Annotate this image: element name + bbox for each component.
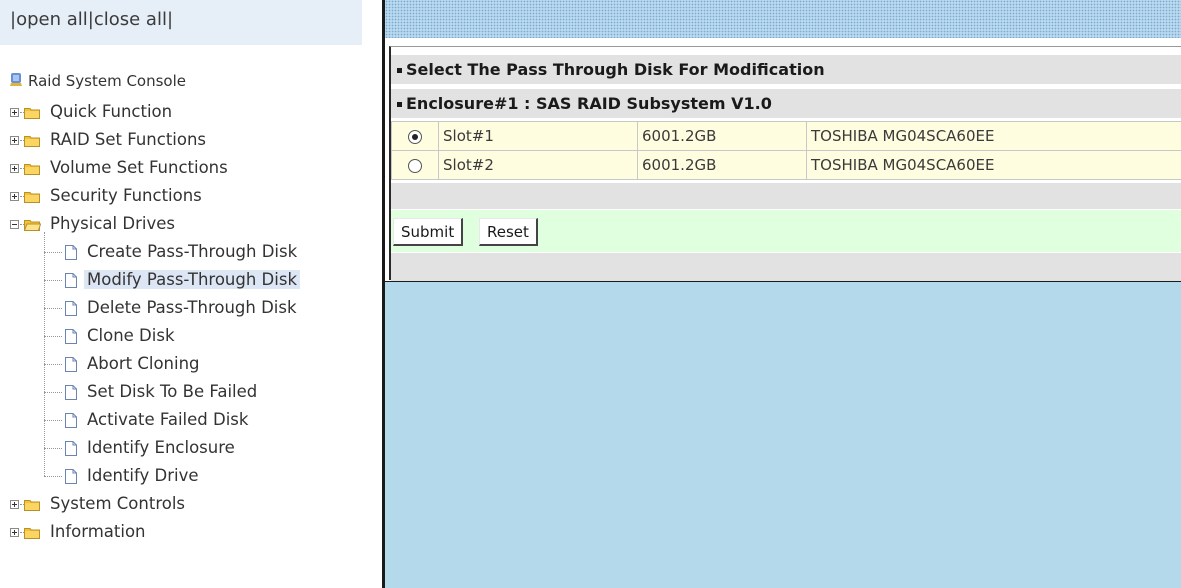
tree-item-system-controls[interactable]: System Controls xyxy=(0,490,380,518)
enclosure-title: Enclosure#1 : SAS RAID Subsystem V1.0 xyxy=(406,94,772,113)
document-icon xyxy=(65,245,77,260)
document-icon xyxy=(65,441,77,456)
reset-button[interactable]: Reset xyxy=(479,218,538,246)
disk-radio-slot2[interactable] xyxy=(408,158,422,173)
capacity-cell: 6001.2GB xyxy=(637,121,807,151)
form-container: Select The Pass Through Disk For Modific… xyxy=(389,46,1181,281)
tree-item-label[interactable]: Information xyxy=(47,522,149,541)
document-icon xyxy=(65,273,77,288)
open-all-link[interactable]: open all xyxy=(16,9,88,30)
document-icon xyxy=(65,385,77,400)
tree-item-label[interactable]: Quick Function xyxy=(47,102,175,121)
radio-cell[interactable] xyxy=(391,150,439,180)
console-icon xyxy=(10,73,22,86)
tree-item-label[interactable]: Physical Drives xyxy=(47,214,178,233)
expand-icon[interactable] xyxy=(10,108,19,117)
tree-item-volume-set-functions[interactable]: Volume Set Functions xyxy=(0,154,380,182)
disk-radio-slot1[interactable] xyxy=(408,129,422,144)
document-icon xyxy=(65,469,77,484)
tree-subitem-label[interactable]: Create Pass-Through Disk xyxy=(84,242,300,261)
main-frame: Select The Pass Through Disk For Modific… xyxy=(385,0,1181,588)
tree-connector xyxy=(44,392,62,393)
expand-icon[interactable] xyxy=(10,500,19,509)
table-row[interactable]: Slot#1 6001.2GB TOSHIBA MG04SCA60EE xyxy=(391,121,1181,151)
folder-icon xyxy=(24,107,40,119)
tree-item-security-functions[interactable]: Security Functions xyxy=(0,182,380,210)
tree-root: Raid System Console xyxy=(8,72,186,90)
model-cell: TOSHIBA MG04SCA60EE xyxy=(806,121,1181,151)
document-icon xyxy=(65,301,77,316)
tree-connector xyxy=(44,252,62,253)
tree-connector xyxy=(44,336,62,337)
tree-item-information[interactable]: Information xyxy=(0,518,380,546)
submit-button[interactable]: Submit xyxy=(393,218,464,246)
enclosure-header: Enclosure#1 : SAS RAID Subsystem V1.0 xyxy=(391,89,1181,118)
tree-connector xyxy=(44,232,45,476)
bullet-icon xyxy=(397,102,402,107)
model-cell: TOSHIBA MG04SCA60EE xyxy=(806,150,1181,180)
root-label: Raid System Console xyxy=(28,72,186,90)
tree-subitem-label[interactable]: Abort Cloning xyxy=(84,354,203,373)
bullet-icon xyxy=(397,68,402,73)
header-pattern xyxy=(385,0,1181,38)
document-icon xyxy=(65,329,77,344)
tree-connector xyxy=(44,364,62,365)
folder-icon xyxy=(24,191,40,203)
expand-icon[interactable] xyxy=(10,528,19,537)
spacer-row xyxy=(391,253,1181,281)
tree-connector xyxy=(44,280,62,281)
close-all-link[interactable]: close all xyxy=(94,9,167,30)
tree-subitem-label[interactable]: Identify Drive xyxy=(84,466,202,485)
slot-cell: Slot#1 xyxy=(438,121,638,151)
collapse-icon[interactable] xyxy=(10,220,19,229)
document-icon xyxy=(65,413,77,428)
tree-connector xyxy=(44,476,62,477)
button-row: Submit Reset xyxy=(391,210,1181,252)
navigation-frame: |open all|close all| Raid System Console… xyxy=(0,0,382,588)
tree-subitem-label[interactable]: Delete Pass-Through Disk xyxy=(84,298,300,317)
table-row[interactable]: Slot#2 6001.2GB TOSHIBA MG04SCA60EE xyxy=(391,150,1181,180)
tree-item-label[interactable]: Volume Set Functions xyxy=(47,158,231,177)
tree-connector xyxy=(44,448,62,449)
tree-subitem-label[interactable]: Identify Enclosure xyxy=(84,438,238,457)
tree-connector xyxy=(44,308,62,309)
expand-icon[interactable] xyxy=(10,136,19,145)
tree-connector xyxy=(44,420,62,421)
folder-icon xyxy=(24,499,40,511)
capacity-cell: 6001.2GB xyxy=(637,150,807,180)
slot-cell: Slot#2 xyxy=(438,150,638,180)
tree-subitem-label[interactable]: Set Disk To Be Failed xyxy=(84,382,260,401)
folder-icon xyxy=(24,135,40,147)
open-close-bar: |open all|close all| xyxy=(0,0,362,45)
folder-icon xyxy=(24,163,40,175)
tree-item-label[interactable]: System Controls xyxy=(47,494,188,513)
separator: | xyxy=(166,9,174,30)
tree-item-raid-set-functions[interactable]: RAID Set Functions xyxy=(0,126,380,154)
content-panel: Select The Pass Through Disk For Modific… xyxy=(385,38,1181,282)
folder-icon xyxy=(24,527,40,539)
expand-icon[interactable] xyxy=(10,192,19,201)
expand-icon[interactable] xyxy=(10,164,19,173)
spacer-row xyxy=(391,183,1181,209)
function-tree: Quick Function RAID Set Functions Volume S… xyxy=(0,98,380,546)
disk-table: Slot#1 6001.2GB TOSHIBA MG04SCA60EE Slot… xyxy=(391,121,1181,180)
tree-subitem-label[interactable]: Modify Pass-Through Disk xyxy=(84,270,300,289)
tree-item-label[interactable]: RAID Set Functions xyxy=(47,130,209,149)
tree-subitem-label[interactable]: Clone Disk xyxy=(84,326,178,345)
section-header: Select The Pass Through Disk For Modific… xyxy=(391,55,1181,84)
folder-open-icon xyxy=(24,219,41,231)
tree-item-quick-function[interactable]: Quick Function xyxy=(0,98,380,126)
tree-item-physical-drives[interactable]: Physical Drives xyxy=(0,210,380,238)
document-icon xyxy=(65,357,77,372)
section-title: Select The Pass Through Disk For Modific… xyxy=(406,60,825,79)
open-close-links: |open all|close all| xyxy=(10,9,173,30)
tree-subitem-label[interactable]: Activate Failed Disk xyxy=(84,410,251,429)
radio-cell[interactable] xyxy=(391,121,439,151)
tree-item-label[interactable]: Security Functions xyxy=(47,186,205,205)
